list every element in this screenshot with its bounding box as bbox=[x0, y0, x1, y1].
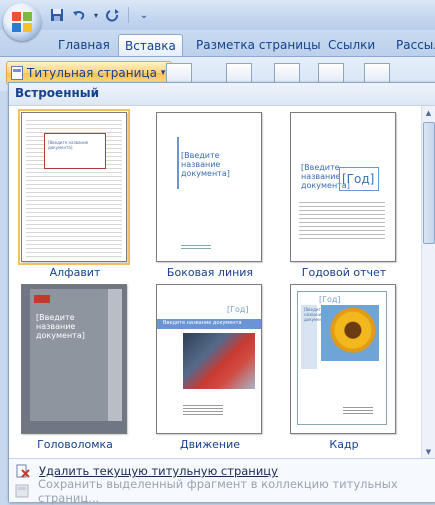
office-button[interactable] bbox=[3, 3, 41, 41]
cover-preview: [Введите название документа] bbox=[156, 112, 262, 262]
body-lines bbox=[299, 199, 385, 239]
section-title: Встроенный bbox=[15, 86, 100, 100]
title-box: [Введите название документа] bbox=[44, 133, 106, 169]
train-photo bbox=[183, 333, 255, 389]
office-logo-icon bbox=[12, 12, 32, 32]
thumbnail-caption: Кадр bbox=[329, 438, 359, 451]
tab-insert[interactable]: Вставка bbox=[118, 34, 183, 57]
scroll-down-icon[interactable]: ▼ bbox=[422, 445, 435, 458]
customize-icon[interactable]: ⌄ bbox=[135, 6, 153, 24]
accent-block bbox=[34, 295, 50, 303]
thumbnail-caption: Боковая линия bbox=[166, 266, 254, 279]
save-to-gallery-icon bbox=[15, 483, 30, 499]
tab-page-layout[interactable]: Разметка страницы bbox=[190, 34, 327, 56]
year-box: [Год] bbox=[339, 167, 379, 191]
delete-page-icon bbox=[15, 463, 31, 479]
remove-cover-page-label: Удалить текущую титульную страницу bbox=[39, 464, 278, 478]
sunflower-photo bbox=[321, 305, 379, 361]
preview-title: Введите название документа bbox=[163, 320, 242, 326]
author-lines bbox=[181, 243, 211, 251]
scroll-up-icon[interactable]: ▲ bbox=[422, 106, 435, 119]
cover-preview: [Введите название документа] bbox=[18, 109, 130, 265]
preview-year: [Год] bbox=[342, 172, 375, 186]
thumbnail-motion[interactable]: [Год] Введите название документа Движени… bbox=[156, 284, 264, 451]
chevron-down-icon: ▾ bbox=[160, 68, 166, 78]
toolbar-separator bbox=[128, 7, 129, 23]
gallery-scrollbar[interactable]: ▲ ▼ bbox=[421, 106, 435, 458]
tab-home[interactable]: Главная bbox=[52, 34, 116, 56]
tab-mailings[interactable]: Рассылк bbox=[390, 34, 435, 56]
gallery-section-header: Встроенный bbox=[9, 83, 435, 106]
footer-lines bbox=[183, 403, 223, 415]
footer-lines bbox=[343, 405, 373, 415]
redo-icon[interactable] bbox=[104, 6, 122, 24]
preview-title: [Введите название документа] bbox=[301, 163, 350, 190]
preview-title: [Введите название документа] bbox=[36, 313, 85, 340]
save-selection-label: Сохранить выделенный фрагмент в коллекци… bbox=[37, 477, 398, 505]
save-icon[interactable] bbox=[48, 6, 66, 24]
thumbnail-caption: Алфавит bbox=[49, 266, 101, 279]
preview-year: [Год] bbox=[227, 305, 249, 314]
preview-title: [Введите название документа] bbox=[304, 307, 329, 322]
preview-title: [Введите название документа] bbox=[48, 140, 89, 150]
scroll-thumb[interactable] bbox=[423, 122, 435, 244]
save-selection-to-gallery-item[interactable]: Сохранить выделенный фрагмент в коллекци… bbox=[15, 477, 435, 505]
cover-preview: [Введите название документа] bbox=[21, 284, 127, 434]
quick-access-toolbar: ▾ ⌄ bbox=[48, 4, 153, 26]
thumbnail-frame[interactable]: [Год] [Введите название документа] Кадр bbox=[290, 284, 398, 451]
thumbnail-sideline[interactable]: [Введите название документа] Боковая лин… bbox=[156, 112, 264, 279]
thumbnail-caption: Движение bbox=[179, 438, 240, 451]
gray-panel bbox=[30, 289, 108, 421]
tab-references[interactable]: Ссылки bbox=[322, 34, 381, 56]
side-line bbox=[177, 137, 179, 189]
undo-icon[interactable] bbox=[70, 6, 88, 24]
ribbon-tabs: Главная Вставка Разметка страницы Ссылки… bbox=[0, 30, 435, 57]
cover-preview: [Год] Введите название документа bbox=[156, 284, 262, 434]
cover-preview: [Введите название документа] [Год] bbox=[290, 112, 396, 262]
side-strip bbox=[108, 289, 122, 421]
preview-year: [Год] bbox=[319, 295, 341, 304]
cover-page-gallery: Встроенный [Введите название документа] … bbox=[8, 82, 435, 505]
title-bar: ▾ ⌄ bbox=[0, 0, 435, 30]
vertical-title-band: [Введите название документа] bbox=[301, 305, 329, 369]
title-band: Введите название документа bbox=[157, 319, 261, 329]
dropdown-icon[interactable]: ▾ bbox=[92, 6, 100, 24]
preview-title: [Введите название документа] bbox=[181, 151, 230, 178]
thumbnail-caption: Головоломка bbox=[37, 438, 113, 451]
title-page-label: Титульная страница bbox=[27, 66, 157, 80]
cover-preview: [Год] [Введите название документа] bbox=[290, 284, 396, 434]
thumbnail-caption: Годовой отчет bbox=[301, 266, 387, 279]
thumbnail-annual-report[interactable]: [Введите название документа] [Год] Годов… bbox=[290, 112, 398, 279]
gallery-actions: Удалить текущую титульную страницу Сохра… bbox=[9, 458, 435, 505]
cover-page-icon bbox=[11, 66, 23, 80]
thumbnail-alphabet[interactable]: [Введите название документа] Алфавит bbox=[18, 109, 130, 279]
gallery-grid: [Введите название документа] Алфавит [Вв… bbox=[9, 106, 421, 458]
thumbnail-puzzle[interactable]: [Введите название документа] Головоломка bbox=[21, 284, 129, 451]
